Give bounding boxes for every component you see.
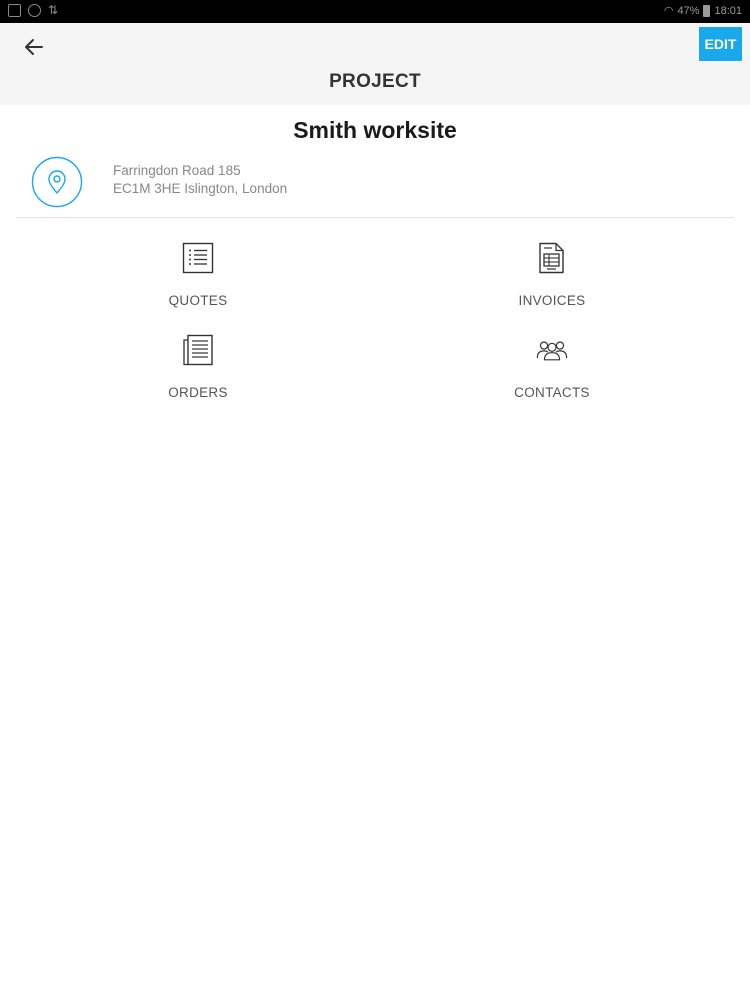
invoice-icon — [539, 242, 564, 274]
people-icon — [536, 341, 568, 361]
project-name: Smith worksite — [293, 117, 457, 143]
divider — [16, 217, 734, 218]
list-icon — [182, 242, 214, 274]
map-pin-icon[interactable] — [31, 156, 83, 208]
arrow-left-icon — [25, 39, 43, 55]
edit-button[interactable]: EDIT — [699, 27, 742, 61]
contacts-label: CONTACTS — [514, 385, 590, 400]
invoices-button[interactable]: INVOICES — [452, 242, 652, 322]
back-button[interactable] — [18, 31, 50, 63]
quotes-button[interactable]: QUOTES — [98, 242, 298, 322]
project-address[interactable]: Farringdon Road 185 EC1M 3HE Islington, … — [113, 162, 287, 198]
status-bar: ⇅ ◠ 47% 18:01 — [0, 0, 750, 23]
app-header: EDIT PROJECT — [0, 23, 750, 105]
quotes-label: QUOTES — [168, 293, 228, 308]
battery-percent: 47% — [677, 5, 700, 17]
address-line-2: EC1M 3HE Islington, London — [113, 181, 288, 196]
address-line-1: Farringdon Road 185 — [113, 163, 241, 178]
orders-label: ORDERS — [168, 385, 228, 400]
status-left-icons: ⇅ — [8, 4, 61, 17]
timer-icon — [28, 4, 41, 17]
status-right: ◠ 47% 18:01 — [664, 4, 742, 18]
sync-icon: ⇅ — [48, 3, 59, 17]
wifi-icon: ◠ — [663, 5, 674, 17]
orders-button[interactable]: ORDERS — [98, 334, 298, 414]
image-icon — [8, 4, 21, 17]
document-icon — [183, 334, 213, 366]
clock: 18:01 — [714, 5, 742, 17]
page-title: PROJECT — [329, 71, 421, 92]
battery-icon — [703, 5, 711, 17]
invoices-label: INVOICES — [518, 293, 586, 308]
contacts-button[interactable]: CONTACTS — [452, 334, 652, 414]
screen: ⇅ ◠ 47% 18:01 EDIT PROJECT Smith worksit… — [0, 0, 750, 1000]
